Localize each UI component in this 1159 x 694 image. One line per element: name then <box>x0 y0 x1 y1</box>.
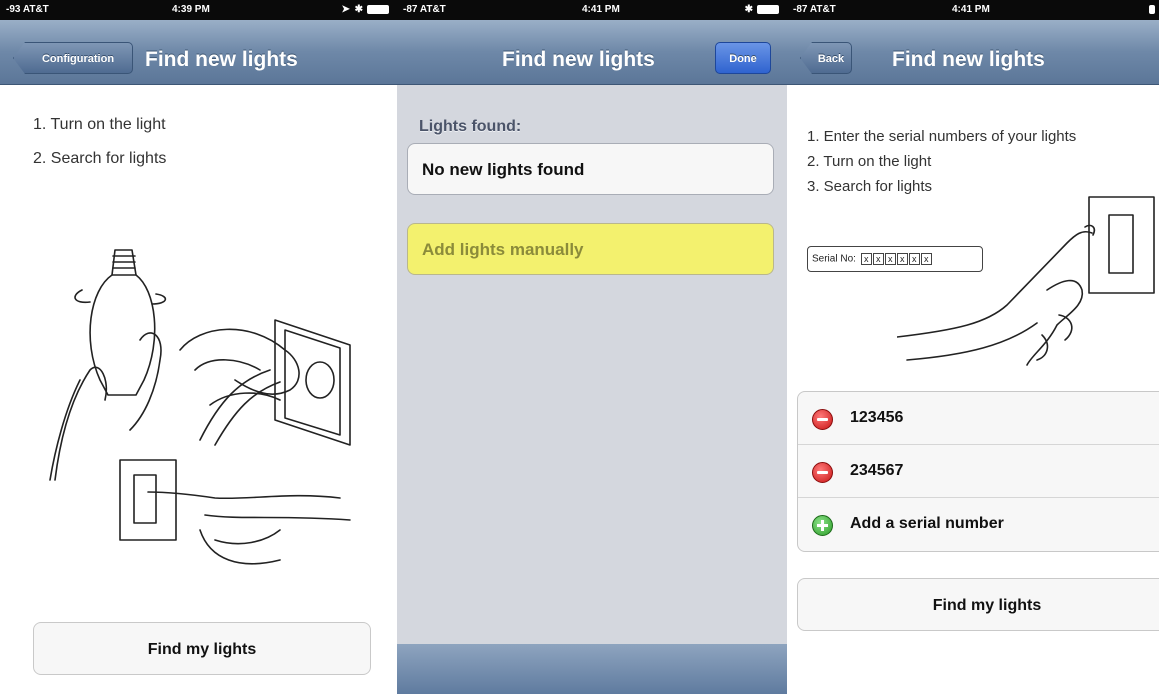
setup-illustration <box>49 249 351 565</box>
list-item[interactable]: 234567 <box>798 445 1159 498</box>
add-serial-number-label: Add a serial number <box>850 515 1004 532</box>
serial-number-text: 123456 <box>850 409 904 426</box>
list-item[interactable]: 123456 <box>798 392 1159 445</box>
add-lights-manually-button[interactable]: Add lights manually <box>407 223 774 275</box>
step-text: 2. Search for lights <box>33 150 167 167</box>
serial-number-list: 123456 234567 Add a serial number <box>797 391 1159 552</box>
serial-label-text: Serial No <box>812 253 854 265</box>
lights-found-heading: Lights found: <box>419 118 522 135</box>
page-title: Find new lights <box>892 48 1045 71</box>
carrier-label: -87 AT&T <box>793 4 836 15</box>
no-lights-cell: No new lights found <box>407 143 774 195</box>
page-title: Find new lights <box>502 48 655 71</box>
step-text: 2. Turn on the light <box>807 153 932 170</box>
delete-icon[interactable] <box>812 409 833 430</box>
navigation-bar: Back Find new lights <box>787 20 1159 85</box>
no-lights-text: No new lights found <box>422 160 585 179</box>
clock-label: 4:41 PM <box>952 4 990 15</box>
serial-number-text: 234567 <box>850 462 904 479</box>
bottom-toolbar <box>397 644 787 694</box>
battery-icon <box>1146 4 1155 15</box>
navigation-bar: Find new lights Done <box>397 20 787 85</box>
serial-char: x <box>860 253 872 265</box>
screen-add-serials: -87 AT&T 4:41 PM Back Find new lights 1.… <box>787 0 1159 694</box>
switch-hand-illustration <box>897 196 1155 366</box>
carrier-label: -93 AT&T <box>6 4 49 15</box>
screen-find-lights-intro: -93 AT&T 4:39 PM ➤ ✱ Configuration Find … <box>0 0 397 694</box>
status-bar: -87 AT&T 4:41 PM ✱ <box>397 0 787 20</box>
navigation-bar: Configuration Find new lights <box>0 20 397 85</box>
configuration-back-button[interactable]: Configuration <box>13 42 133 74</box>
screen-lights-found: -87 AT&T 4:41 PM ✱ Find new lights Done … <box>397 0 787 694</box>
delete-icon[interactable] <box>812 462 833 483</box>
page-title: Find new lights <box>145 48 298 71</box>
step-text: 1. Turn on the light <box>33 116 166 133</box>
find-my-lights-button[interactable]: Find my lights <box>33 622 371 675</box>
battery-icon: ✱ <box>745 4 779 15</box>
back-button[interactable]: Back <box>800 42 852 74</box>
status-bar: -87 AT&T 4:41 PM <box>787 0 1159 20</box>
add-icon[interactable] <box>812 515 833 536</box>
clock-label: 4:39 PM <box>172 4 210 15</box>
serial-char: x <box>872 253 884 265</box>
clock-label: 4:41 PM <box>582 4 620 15</box>
status-bar: -93 AT&T 4:39 PM ➤ ✱ <box>0 0 397 20</box>
battery-icon: ➤ ✱ <box>341 4 389 15</box>
carrier-label: -87 AT&T <box>403 4 446 15</box>
find-my-lights-button[interactable]: Find my lights <box>797 578 1159 631</box>
add-lights-manually-label: Add lights manually <box>422 240 584 259</box>
instruction-steps: 1. Enter the serial numbers of your ligh… <box>807 124 1076 199</box>
step-text: 1. Enter the serial numbers of your ligh… <box>807 128 1077 145</box>
instruction-steps: 1. Turn on the light 2. Search for light… <box>33 108 166 176</box>
serial-char: x <box>884 253 896 265</box>
add-serial-number-row[interactable]: Add a serial number <box>798 498 1159 551</box>
done-button[interactable]: Done <box>715 42 771 74</box>
